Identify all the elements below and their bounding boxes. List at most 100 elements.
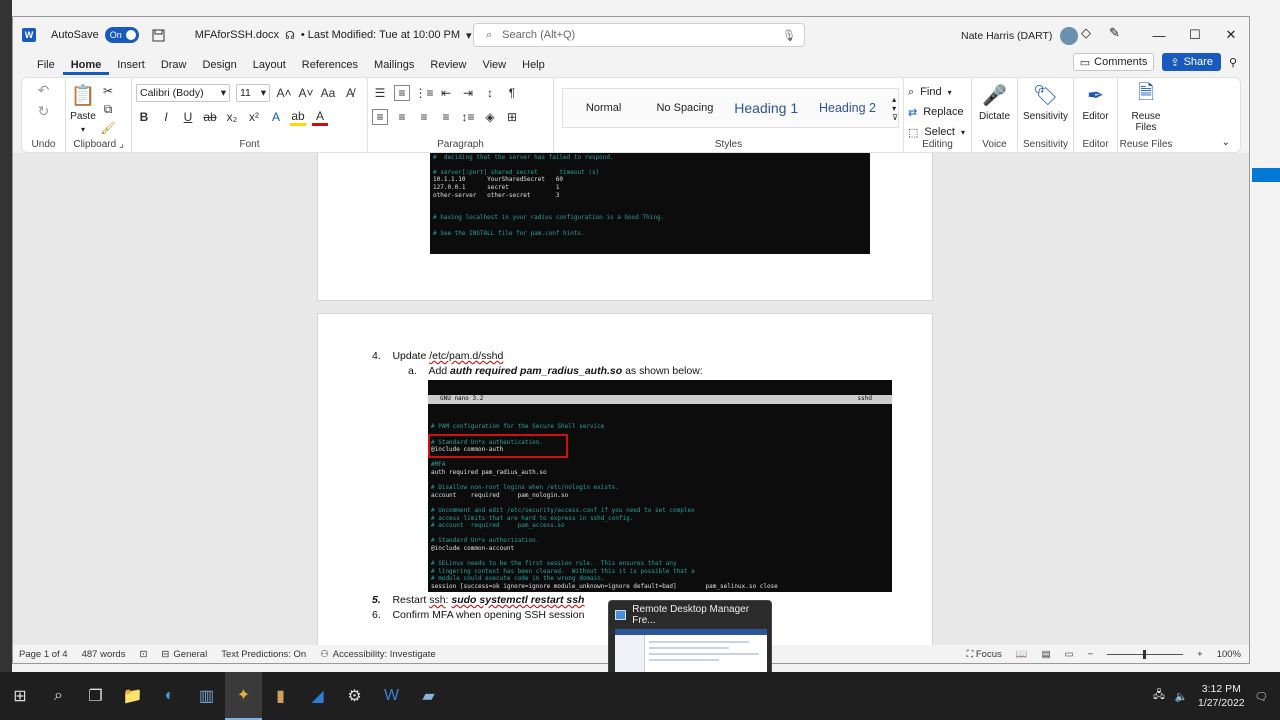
microphone-icon[interactable]: 🎙: [782, 29, 796, 42]
redo-icon[interactable]: ↻: [26, 103, 61, 120]
grow-font-icon[interactable]: A˄: [276, 86, 292, 100]
align-center-icon[interactable]: ≡: [394, 110, 410, 124]
search-box[interactable]: ⌕ Search (Alt+Q) 🎙: [473, 23, 805, 47]
tab-insert[interactable]: Insert: [109, 59, 153, 75]
app-icon[interactable]: ▮: [262, 672, 299, 720]
word-count[interactable]: 487 words: [82, 649, 126, 660]
font-color-icon[interactable]: A: [312, 109, 328, 126]
align-left-icon[interactable]: ≡: [372, 109, 388, 125]
zoom-in-icon[interactable]: +: [1197, 649, 1203, 660]
read-mode-icon[interactable]: 📖: [1016, 649, 1028, 660]
reuse-files-button[interactable]: 🗎 Reuse Files: [1122, 82, 1170, 133]
pen-icon[interactable]: ✎: [1109, 25, 1120, 41]
volume-icon[interactable]: 🔈: [1175, 690, 1188, 703]
subscript-icon[interactable]: x₂: [224, 110, 240, 124]
document-canvas[interactable]: # The timeout field controls how many se…: [13, 153, 1249, 647]
tab-view[interactable]: View: [474, 59, 514, 75]
search-icon[interactable]: ⌕: [40, 672, 77, 720]
numbering-icon[interactable]: ≡: [394, 85, 410, 101]
italic-icon[interactable]: I: [158, 110, 174, 124]
start-icon[interactable]: ⊞: [0, 672, 40, 720]
justify-icon[interactable]: ≡: [438, 110, 454, 124]
bullets-icon[interactable]: ☰: [372, 86, 388, 100]
copy-icon[interactable]: ⧉: [100, 102, 116, 117]
tab-file[interactable]: File: [29, 59, 63, 75]
sort-icon[interactable]: ↕: [482, 86, 498, 100]
close-icon[interactable]: ✕: [1213, 17, 1249, 53]
maximize-icon[interactable]: ☐: [1177, 17, 1213, 53]
zoom-out-icon[interactable]: −: [1088, 649, 1094, 660]
superscript-icon[interactable]: x²: [246, 110, 262, 124]
settings-icon[interactable]: ⚙: [336, 672, 373, 720]
zoom-level[interactable]: 100%: [1217, 649, 1241, 660]
pilcrow-icon[interactable]: ¶: [504, 86, 520, 100]
underline-icon[interactable]: U: [180, 110, 196, 124]
tab-mailings[interactable]: Mailings: [366, 59, 422, 75]
dictate-button[interactable]: 🎤 Dictate: [976, 82, 1013, 123]
focus-button[interactable]: ⛶ Focus: [967, 649, 1002, 660]
style-no-spacing[interactable]: No Spacing: [644, 102, 725, 114]
autosave-toggle[interactable]: On: [104, 27, 139, 43]
change-case-icon[interactable]: Aa: [320, 86, 336, 100]
minimize-icon[interactable]: —: [1141, 17, 1177, 53]
task-view-icon[interactable]: ❐: [77, 672, 114, 720]
feedback-icon[interactable]: ⚲: [1229, 56, 1237, 69]
tab-draw[interactable]: Draw: [153, 59, 195, 75]
sensitivity-button[interactable]: 🏷 Sensitivity: [1022, 82, 1069, 123]
borders-icon[interactable]: ⊞: [504, 110, 520, 124]
replace-button[interactable]: ⇄ Replace: [908, 102, 967, 122]
bold-icon[interactable]: B: [136, 110, 152, 124]
server-manager-icon[interactable]: ▥: [188, 672, 225, 720]
comments-button[interactable]: ▭ Comments: [1072, 53, 1155, 71]
tab-design[interactable]: Design: [194, 59, 244, 75]
line-spacing-icon[interactable]: ↕≡: [460, 110, 476, 124]
text-predictions[interactable]: Text Predictions: On: [221, 649, 306, 660]
shrink-font-icon[interactable]: A˅: [298, 86, 314, 100]
tab-home[interactable]: Home: [62, 59, 110, 75]
increase-indent-icon[interactable]: ⇥: [460, 86, 476, 100]
web-layout-icon[interactable]: ▭: [1065, 649, 1074, 660]
zoom-slider[interactable]: [1107, 649, 1184, 659]
tab-references[interactable]: References: [294, 59, 366, 75]
styles-scroll[interactable]: ▴ ▾ ⊽: [892, 95, 898, 122]
save-icon[interactable]: [151, 27, 167, 43]
format-painter-icon[interactable]: 🖌: [100, 121, 116, 135]
share-button[interactable]: ⇪ Share: [1162, 53, 1221, 71]
highlight-icon[interactable]: ab: [290, 109, 306, 126]
collapse-ribbon-icon[interactable]: ⌄: [1222, 137, 1230, 148]
powershell-icon[interactable]: ◢: [299, 672, 336, 720]
document-title[interactable]: MFAforSSH.docx ☊ • Last Modified: Tue at…: [195, 29, 472, 42]
page-2[interactable]: 4. Update /etc/pam.d/sshd a. Add auth re…: [317, 313, 933, 647]
find-button[interactable]: ⌕ Find ▾: [908, 82, 967, 102]
user-account[interactable]: Nate Harris (DART): [961, 27, 1079, 45]
remote-desktop-manager-icon[interactable]: ✦: [225, 672, 262, 720]
style-normal[interactable]: Normal: [563, 102, 644, 114]
clear-formatting-icon[interactable]: A̸: [342, 86, 358, 100]
decrease-indent-icon[interactable]: ⇤: [438, 86, 454, 100]
font-name-select[interactable]: Calibri (Body) ▾: [136, 84, 230, 102]
autosave[interactable]: AutoSave On: [51, 27, 139, 43]
notification-icon[interactable]: 🗨: [1255, 690, 1268, 703]
cut-icon[interactable]: ✂: [100, 84, 116, 98]
strikethrough-icon[interactable]: ab: [202, 110, 218, 124]
align-right-icon[interactable]: ≡: [416, 110, 432, 124]
style-heading-2[interactable]: Heading 2: [807, 101, 888, 115]
print-layout-icon[interactable]: ▤: [1042, 649, 1051, 660]
remote-app-icon[interactable]: ▰: [410, 672, 447, 720]
tab-review[interactable]: Review: [422, 59, 474, 75]
dialog-launcher-icon[interactable]: ⌟: [119, 139, 124, 150]
file-explorer-icon[interactable]: 📁: [114, 672, 151, 720]
shading-icon[interactable]: ◈: [482, 110, 498, 124]
page-count[interactable]: Page 1 of 4: [19, 649, 68, 660]
clock[interactable]: 3:12 PM 1/27/2022: [1198, 682, 1245, 710]
text-effects-icon[interactable]: A: [268, 110, 284, 124]
multilevel-list-icon[interactable]: ⋮≡: [415, 86, 434, 100]
edge-icon[interactable]: ◐: [151, 672, 188, 720]
tab-help[interactable]: Help: [514, 59, 553, 75]
font-size-select[interactable]: 11 ▾: [236, 84, 270, 102]
tab-layout[interactable]: Layout: [245, 59, 294, 75]
editor-button[interactable]: ✒ Editor: [1078, 82, 1113, 123]
sensitivity-status[interactable]: ⊟ General: [161, 649, 207, 660]
word-taskbar-icon[interactable]: W: [373, 672, 410, 720]
undo-icon[interactable]: ↶: [26, 82, 61, 99]
